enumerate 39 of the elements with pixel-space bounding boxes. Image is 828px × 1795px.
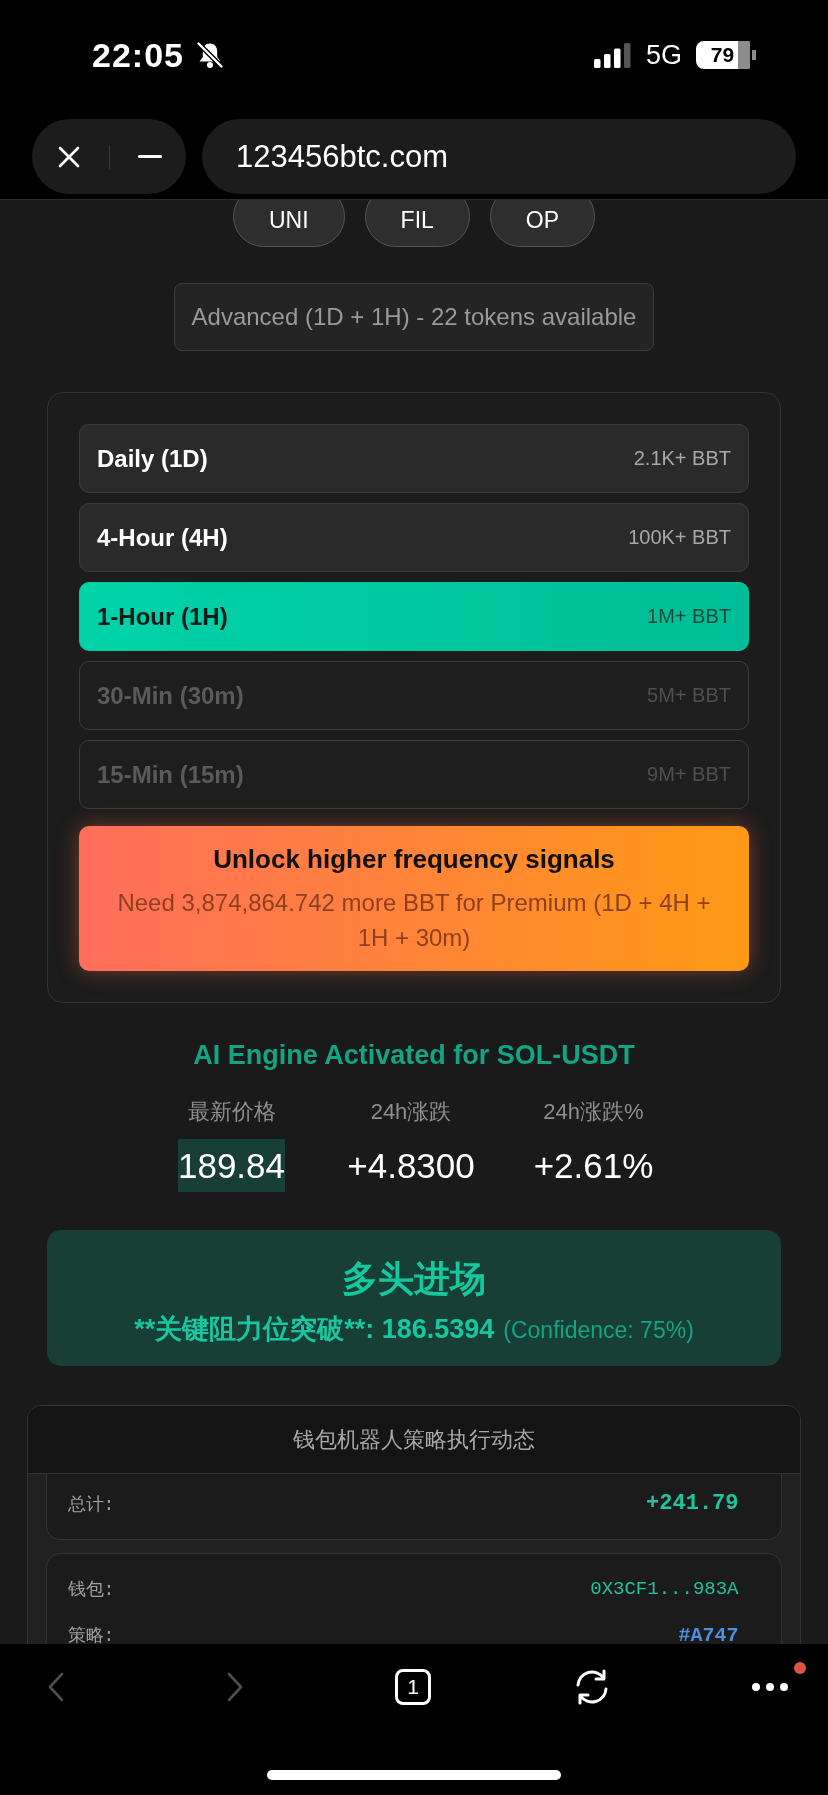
stat-label: 24h涨跌% [543, 1099, 644, 1125]
entry-value: 0X3CF1...983A [590, 1578, 739, 1600]
entry-label: 总计: [67, 1493, 115, 1516]
entry-label: 策略: [67, 1625, 115, 1644]
stat-value: 189.84 [177, 1139, 286, 1192]
stat-value: +4.8300 [347, 1145, 475, 1187]
token-chip[interactable]: FIL [364, 200, 470, 247]
engine-status-title: AI Engine Activated for SOL-USDT [193, 1041, 635, 1069]
minus-icon [138, 155, 162, 158]
entry-value: +241.79 [646, 1491, 739, 1516]
stat-label: 最新价格 [187, 1099, 276, 1125]
stat-value: +2.61% [533, 1145, 654, 1187]
wallet-feed-title: 钱包机器人策略执行动态 [28, 1406, 800, 1474]
more-dots-icon [752, 1683, 788, 1691]
network-type: 5G [645, 39, 682, 71]
unlock-title: Unlock higher frequency signals [213, 842, 615, 875]
close-button[interactable] [58, 145, 80, 168]
entry-label: 钱包: [67, 1579, 115, 1601]
tab-count-button[interactable]: 1 [395, 1669, 431, 1705]
address-bar[interactable]: 123456btc.com [202, 119, 796, 194]
stat-label: 24h涨跌 [370, 1099, 452, 1125]
status-time: 22:05 [92, 35, 184, 75]
entry-value: #A747 [678, 1623, 739, 1644]
signal-title: 多头进场 [342, 1257, 486, 1301]
signal-bars-icon [593, 42, 632, 68]
minimize-button[interactable] [138, 155, 162, 158]
signal-detail: **关键阻力位突破**: 186.5394 [134, 1314, 495, 1344]
chevron-left-icon [48, 1672, 64, 1702]
timeframe-option[interactable]: Daily (1D) 2.1K+ BBT [79, 424, 749, 493]
chevron-right-icon [226, 1672, 243, 1702]
tier-notice: Advanced (1D + 1H) - 22 tokens available [173, 283, 655, 351]
token-chip[interactable]: OP [489, 200, 596, 247]
close-icon [58, 145, 80, 168]
timeframe-option[interactable]: 4-Hour (4H) 100K+ BBT [79, 503, 749, 572]
token-chip[interactable]: UNI [232, 200, 345, 247]
signal-confidence: (Confidence: 75%) [503, 1316, 694, 1345]
battery-indicator: 79 [696, 41, 756, 69]
unlock-message: Need 3,874,864.742 more BBT for Premium (1D + 4H + 1H + 30m) [116, 887, 712, 953]
timeframe-option[interactable]: 1-Hour (1H) 1M+ BBT [79, 582, 749, 651]
